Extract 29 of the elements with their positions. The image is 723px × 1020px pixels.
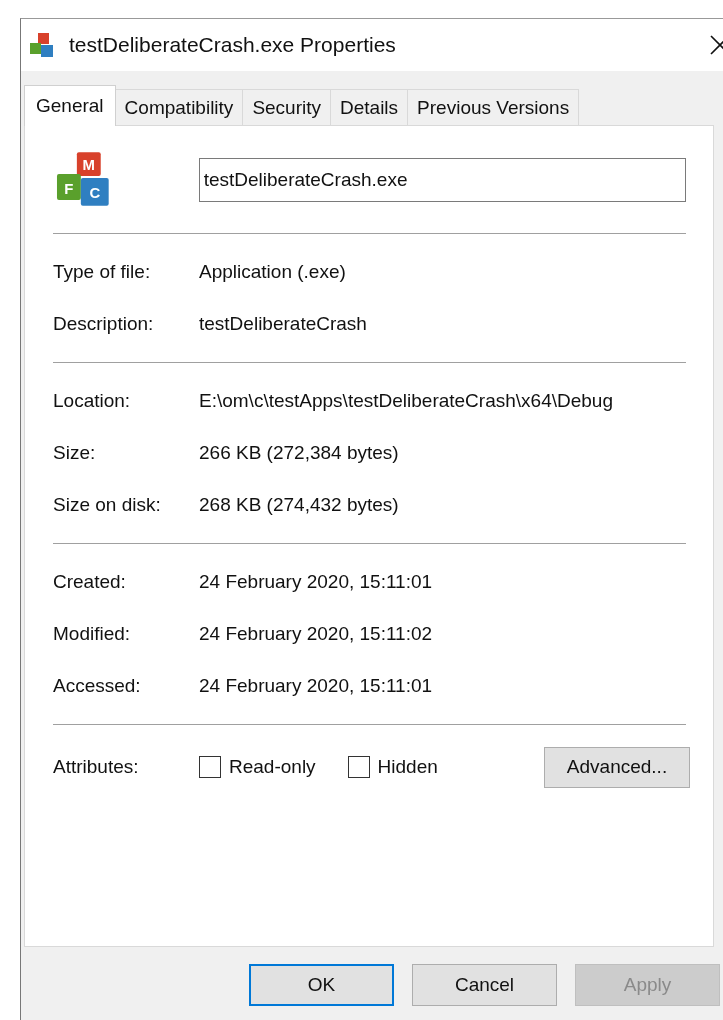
checkbox[interactable] [347, 756, 370, 778]
field-label: Size: [53, 442, 97, 464]
field-value: testDeliberateCrash [199, 313, 367, 335]
field-label: Type of file: [53, 261, 152, 283]
field-value: 268 KB (274,432 bytes) [199, 494, 399, 516]
advanced-button[interactable]: Advanced... [544, 746, 690, 788]
field-value: 24 February 2020, 15:11:01 [199, 571, 433, 593]
field-label: Created: [53, 571, 127, 593]
tab[interactable]: General [24, 85, 116, 126]
field-value: 24 February 2020, 15:11:01 [199, 675, 433, 697]
name-field[interactable]: testDeliberateCrash.exe [198, 157, 686, 202]
field-label: Modified: [53, 623, 132, 645]
dialog-button[interactable]: Cancel [412, 964, 557, 1006]
field-value: E:\om\c\testApps\testDeliberateCrash\x64\Debug [199, 390, 613, 412]
field-value: Application (.exe) [199, 261, 346, 283]
field-label: Accessed: [53, 675, 142, 697]
checkbox-label[interactable]: Hidden [377, 756, 438, 778]
window-title: testDeliberateCrash.exe Properties [69, 33, 396, 57]
field-value: 24 February 2020, 15:11:02 [199, 623, 433, 645]
field-value: 266 KB (272,384 bytes) [199, 442, 399, 464]
dialog-button[interactable]: OK [249, 964, 394, 1006]
checkbox[interactable] [199, 756, 221, 778]
field-label: Attributes: [53, 756, 140, 778]
field-label: Size on disk: [53, 494, 162, 516]
blocks-icon [28, 31, 56, 59]
tab[interactable]: Previous Versions [407, 89, 580, 125]
field-label: Location: [53, 390, 132, 412]
checkbox-label[interactable]: Read-only [229, 756, 316, 778]
field-label: Description: [53, 313, 155, 335]
